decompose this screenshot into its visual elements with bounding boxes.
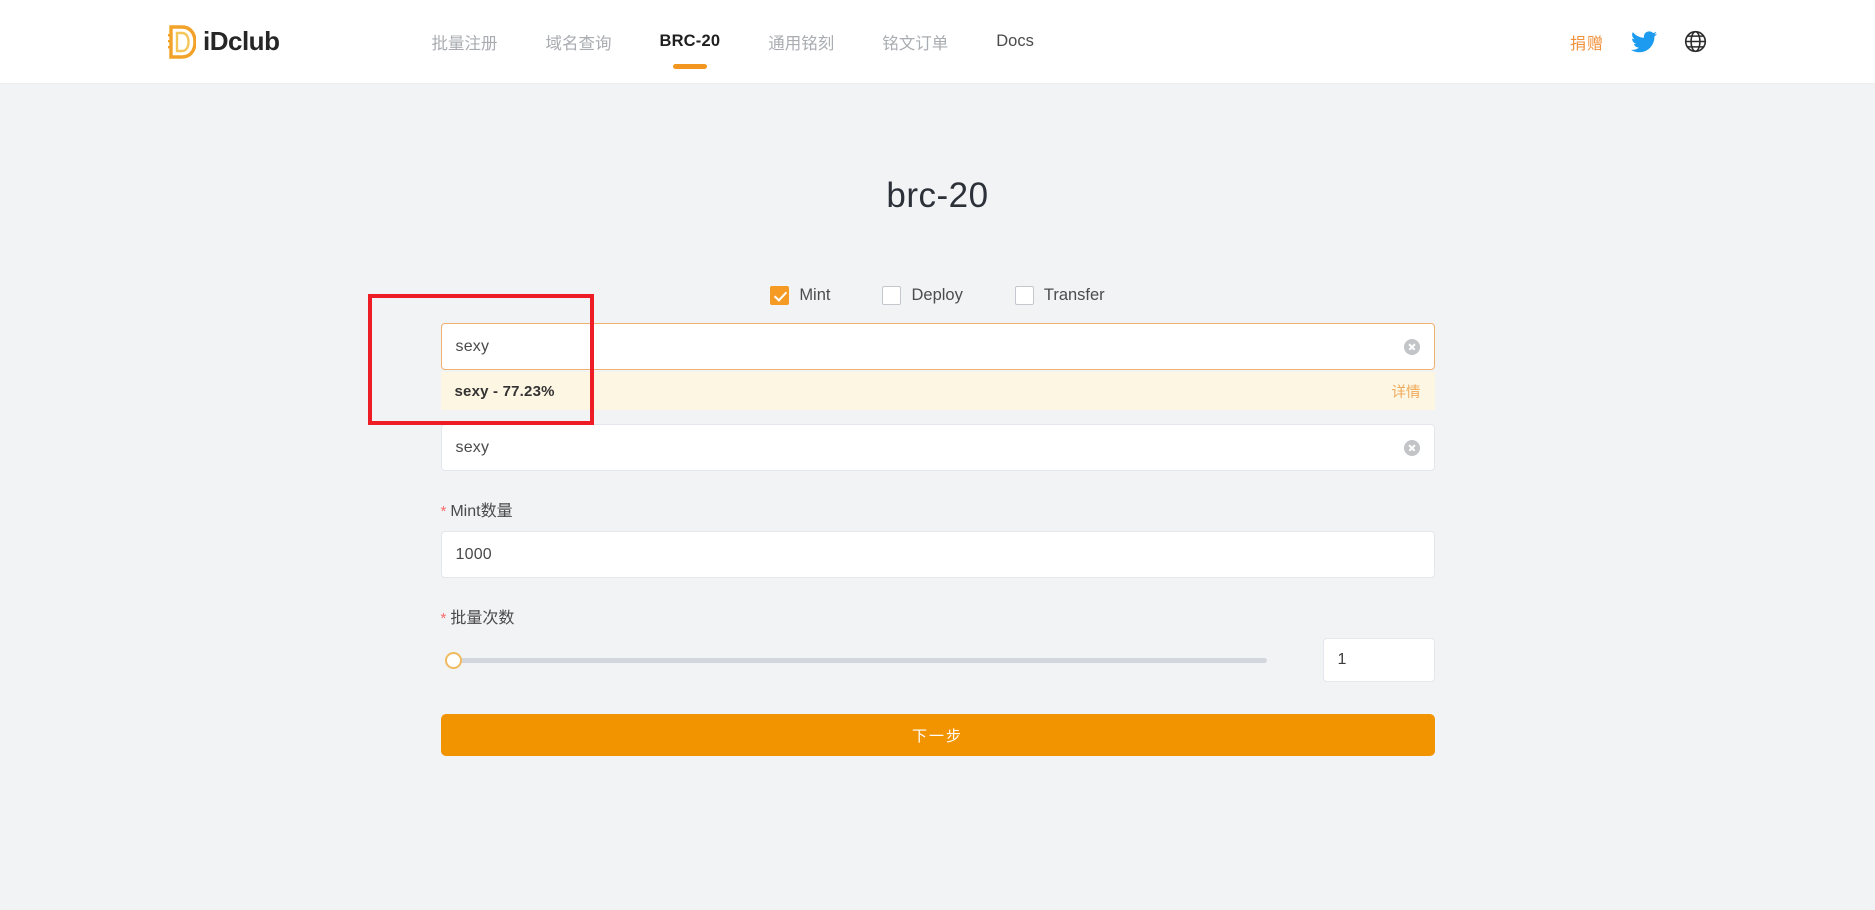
checkbox-deploy-box[interactable] (882, 286, 901, 305)
batch-count-label-row: * 批量次数 (441, 604, 1435, 628)
nav-item-domain-search[interactable]: 域名查询 (521, 0, 635, 83)
clear-circle-icon[interactable] (1404, 339, 1420, 355)
nav-item-brc-20[interactable]: BRC-20 (635, 0, 744, 83)
batch-count-label: 批量次数 (450, 604, 514, 628)
token-search-value: sexy (456, 338, 1404, 356)
mint-amount-input[interactable]: 1000 (441, 531, 1435, 578)
clear-circle-icon[interactable] (1404, 440, 1420, 456)
donate-link[interactable]: 捐赠 (1570, 30, 1604, 54)
nav-item-general-inscription[interactable]: 通用铭刻 (744, 0, 858, 83)
slider-handle[interactable] (445, 652, 462, 669)
ticker-input[interactable]: sexy (441, 424, 1435, 471)
token-search-input[interactable]: sexy (441, 323, 1435, 370)
checkbox-transfer-box[interactable] (1015, 286, 1034, 305)
logo[interactable]: iDclub (168, 25, 279, 59)
nav-item-batch-register[interactable]: 批量注册 (407, 0, 521, 83)
suggestion-label: sexy - 77.23% (455, 383, 1392, 400)
next-step-button[interactable]: 下一步 (441, 714, 1435, 756)
site-header: iDclub 批量注册 域名查询 BRC-20 通用铭刻 铭文订单 Docs 捐… (0, 0, 1875, 84)
page-body: brc-20 Mint Deploy Transfer sexy sexy - … (0, 84, 1875, 910)
brc20-form: Mint Deploy Transfer sexy sexy - 77.23% … (441, 286, 1435, 756)
slider-rail[interactable] (454, 658, 1267, 663)
batch-count-slider[interactable] (445, 657, 1267, 663)
operation-type-group: Mint Deploy Transfer (441, 286, 1435, 305)
checkbox-transfer[interactable]: Transfer (1015, 286, 1105, 305)
header-actions: 捐赠 (1570, 30, 1707, 54)
suggestion-item[interactable]: sexy - 77.23% 详情 (441, 372, 1435, 410)
suggestion-detail-link[interactable]: 详情 (1392, 381, 1421, 402)
d-logo-icon (168, 25, 196, 59)
checkbox-deploy-label: Deploy (911, 286, 962, 305)
checkbox-mint-label: Mint (799, 286, 830, 305)
checkbox-transfer-label: Transfer (1044, 286, 1105, 305)
checkbox-mint-box[interactable] (770, 286, 789, 305)
mint-amount-label-row: * Mint数量 (441, 497, 1435, 521)
checkbox-deploy[interactable]: Deploy (882, 286, 962, 305)
main-nav: 批量注册 域名查询 BRC-20 通用铭刻 铭文订单 Docs (407, 0, 1057, 83)
page-title: brc-20 (0, 84, 1875, 216)
batch-count-stepper[interactable]: 1 (1323, 638, 1435, 682)
nav-item-inscription-orders[interactable]: 铭文订单 (858, 0, 972, 83)
logo-text: iDclub (203, 26, 279, 57)
checkbox-mint[interactable]: Mint (770, 286, 830, 305)
batch-count-control: 1 (441, 638, 1435, 682)
batch-count-stepper-value: 1 (1338, 651, 1347, 669)
required-mark: * (441, 503, 447, 520)
mint-amount-label: Mint数量 (450, 497, 512, 521)
globe-icon[interactable] (1684, 30, 1707, 53)
required-mark: * (441, 610, 447, 627)
nav-item-docs[interactable]: Docs (972, 0, 1058, 83)
twitter-bird-icon[interactable] (1631, 31, 1657, 53)
mint-amount-value: 1000 (456, 546, 1420, 564)
ticker-value: sexy (456, 439, 1404, 457)
